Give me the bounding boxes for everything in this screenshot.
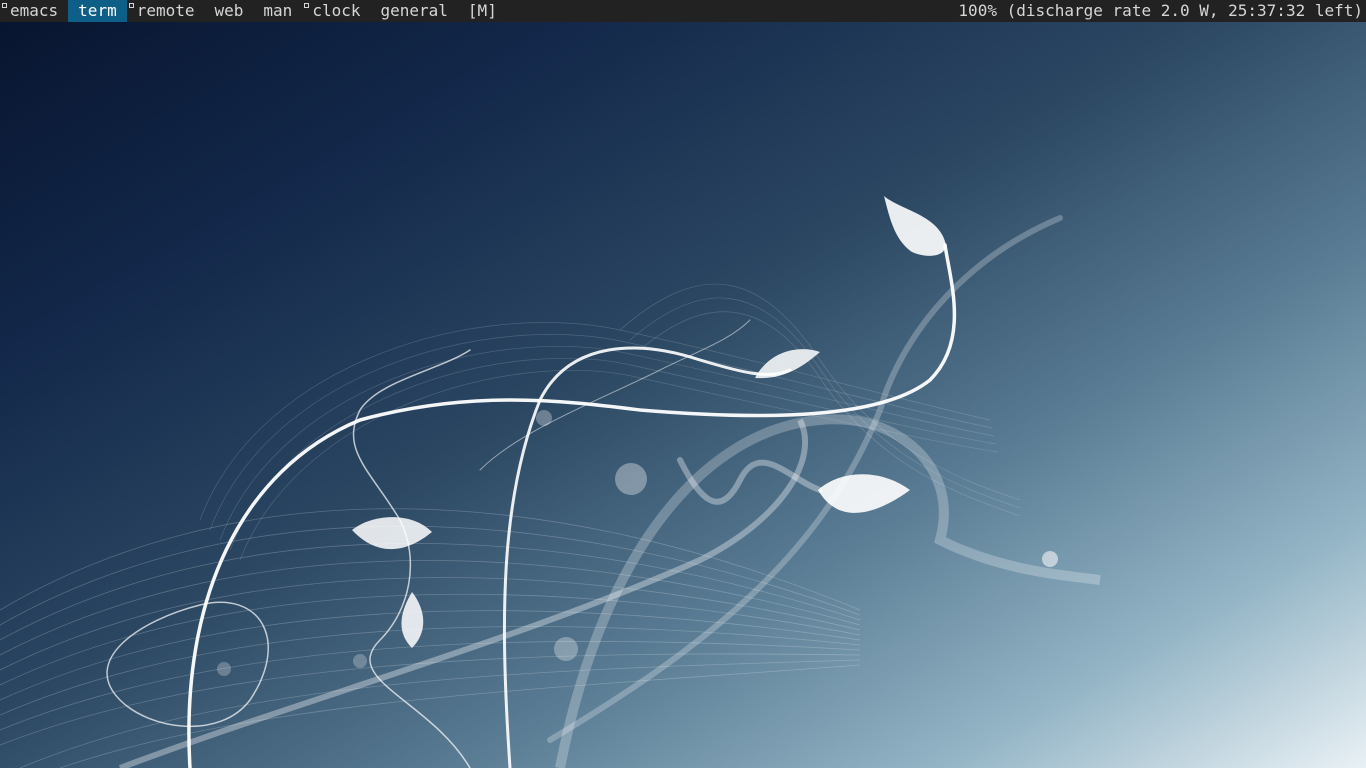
- tag-label: man: [263, 1, 293, 20]
- taglist: emacs term remote web man clock general …: [0, 0, 507, 22]
- battery-status: 100% (discharge rate 2.0 W, 25:37:32 lef…: [958, 1, 1363, 20]
- tag-label: web: [214, 1, 244, 20]
- tag-label: remote: [136, 1, 195, 20]
- tag-label: clock: [312, 1, 361, 20]
- wallpaper-art: [0, 196, 1101, 768]
- tag-clock[interactable]: clock: [302, 0, 370, 22]
- layout-indicator[interactable]: [M]: [458, 0, 507, 22]
- leaves: [217, 196, 1058, 676]
- tag-general[interactable]: general: [370, 0, 457, 22]
- line-bundle-upper: [199, 283, 1021, 561]
- tag-label: term: [78, 1, 117, 20]
- occupied-indicator: [128, 3, 134, 8]
- top-status-bar: emacs term remote web man clock general …: [0, 0, 1366, 22]
- tag-emacs[interactable]: emacs: [0, 0, 68, 22]
- tag-remote[interactable]: remote: [127, 0, 205, 22]
- tag-man[interactable]: man: [253, 0, 302, 22]
- tag-web[interactable]: web: [205, 0, 254, 22]
- occupied-indicator: [304, 3, 310, 8]
- tag-term[interactable]: term: [68, 0, 127, 22]
- tag-label: general: [380, 1, 448, 20]
- occupied-indicator: [2, 3, 7, 8]
- tag-label: emacs: [10, 1, 59, 20]
- desktop-wallpaper: [0, 22, 1366, 768]
